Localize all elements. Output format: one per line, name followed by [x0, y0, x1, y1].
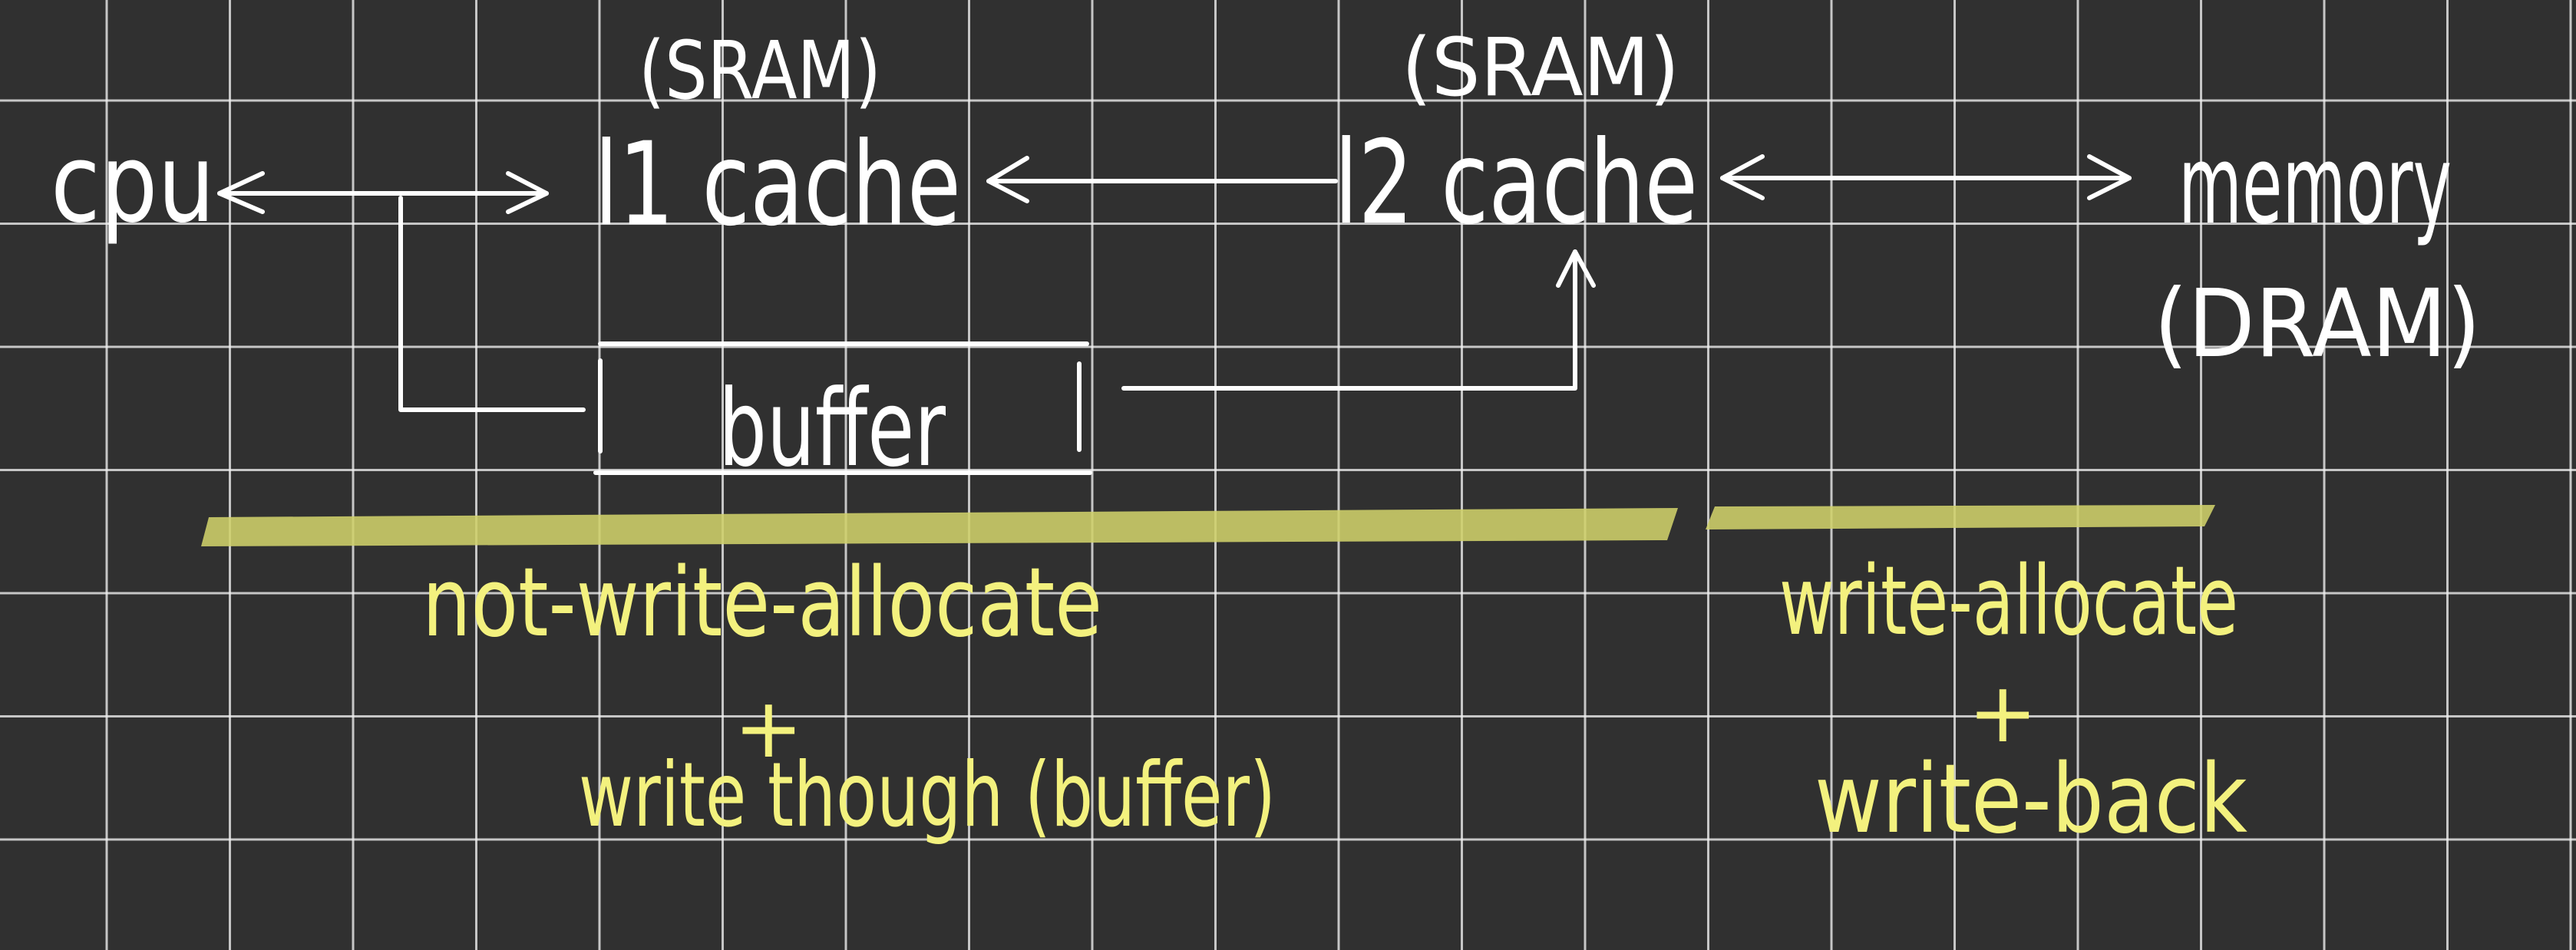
memory-label: memory	[2178, 122, 2452, 249]
l2-memory-arrow	[1720, 154, 2132, 200]
l2-cache-label: l2 cache	[1334, 117, 1698, 250]
highlight-bar-right	[1706, 505, 2215, 529]
right-policy-line1: write-allocate	[1779, 546, 2238, 657]
l1-cache-label: l1 cache	[594, 118, 961, 252]
left-policy-line1: not-write-allocate	[422, 548, 1102, 658]
left-policy-line2: write though (buffer)	[579, 744, 1276, 847]
cpu-l1-arrow	[217, 171, 549, 214]
buffer-to-l2-arrow	[1121, 249, 1596, 391]
l2-type-label: (SRAM)	[1402, 21, 1679, 114]
grid-board: cpu (SRAM) l1 cache (SRAM) l2 cache memo…	[0, 0, 2576, 950]
highlight-bar-left	[201, 508, 1678, 546]
cpu-to-buffer-connector	[398, 196, 586, 412]
cpu-label: cpu	[51, 120, 215, 247]
cache-hierarchy-diagram: cpu (SRAM) l1 cache (SRAM) l2 cache memo…	[51, 21, 2481, 855]
buffer-label: buffer	[718, 367, 946, 490]
l1-type-label: (SRAM)	[639, 24, 881, 117]
memory-type-label: (DRAM)	[2154, 269, 2481, 378]
right-policy-line2: write-back	[1815, 744, 2247, 855]
l2-to-l1-arrow	[986, 156, 1338, 203]
